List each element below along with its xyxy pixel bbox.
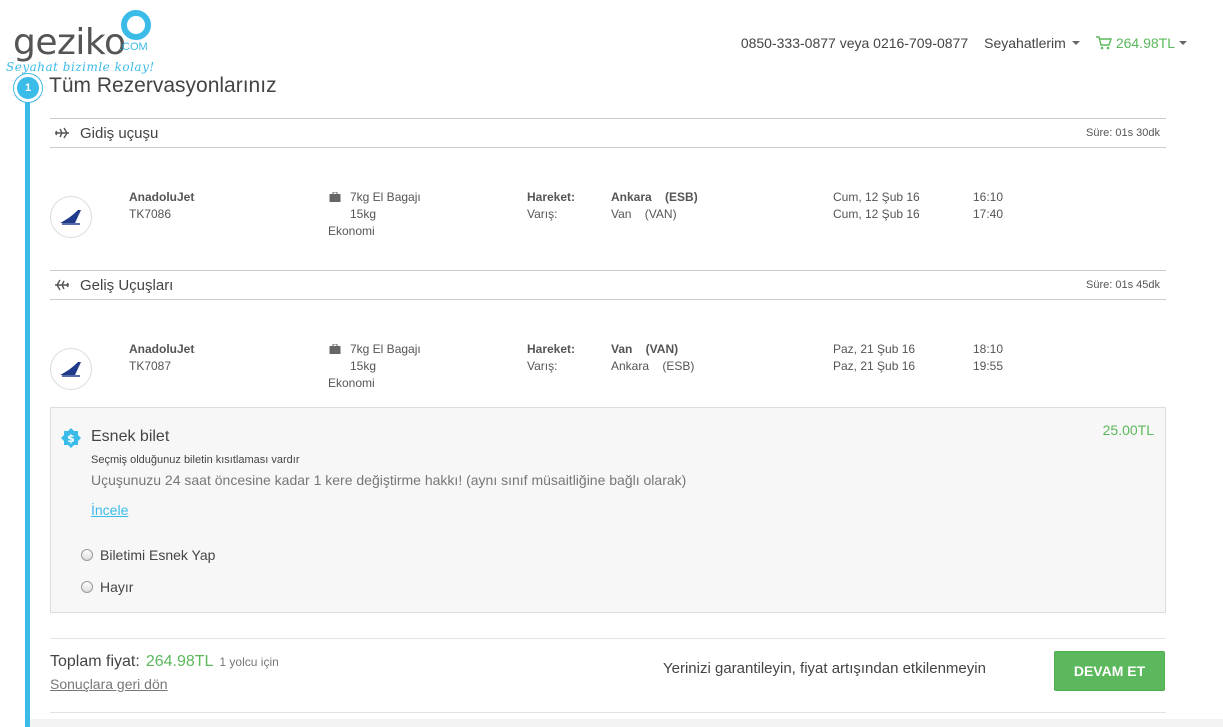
flex-ticket-subtitle: Seçmiş olduğunuz biletin kısıtlaması var…	[91, 454, 300, 466]
arrival-city: Ankara (ESB)	[611, 359, 695, 373]
arrival-city: Van (VAN)	[611, 207, 677, 221]
logo-slogan: Seyahat bizimle kolay!	[6, 60, 155, 74]
departure-label: Hareket:	[527, 342, 576, 356]
flexible-ticket-panel: $ Esnek bilet 25.00TL Seçmiş olduğunuz b…	[50, 407, 1166, 613]
total-price-row: Toplam fiyat: 264.98TL 1 yolcu için	[50, 653, 279, 671]
baggage-checked: 15kg	[350, 207, 377, 221]
departure-time: 16:10	[973, 190, 1004, 204]
logo-text: geziko	[13, 22, 126, 63]
return-title: Geliş Uçuşları	[80, 276, 174, 294]
baggage-cabin: 7kg El Bagajı	[350, 190, 421, 204]
departure-plane-icon	[55, 127, 69, 139]
cart-total: 264.98TL	[1115, 35, 1175, 51]
flex-option-no[interactable]: Hayır	[81, 579, 133, 595]
departure-date: Cum, 12 Şub 16	[833, 190, 920, 204]
flex-ticket-title: Esnek bilet	[91, 428, 170, 445]
baggage-checked: 15kg	[350, 359, 377, 373]
arrival-date: Cum, 12 Şub 16	[833, 207, 920, 221]
flex-ticket-description: Uçuşunuzu 24 saat öncesine kadar 1 kere …	[91, 472, 687, 488]
airline-logo	[50, 196, 92, 238]
flight-number: TK7087	[129, 359, 172, 373]
svg-text:$: $	[67, 432, 75, 445]
anadolujet-logo-icon	[60, 362, 81, 377]
anadolujet-logo-icon	[60, 210, 81, 225]
chevron-down-icon	[1179, 41, 1187, 45]
arrival-plane-icon	[55, 279, 69, 291]
outbound-section-header: Gidiş uçuşu Süre: 01s 30dk	[50, 118, 1166, 148]
return-flight-row: AnadoluJet TK7087 7kg El Bagajı 15kg Eko…	[50, 342, 1166, 402]
total-label: Toplam fiyat:	[50, 653, 140, 670]
arrival-label: Varış:	[527, 359, 558, 373]
step-number-badge: 1	[14, 74, 42, 102]
radio-button[interactable]	[81, 581, 93, 593]
passenger-count: 1 yolcu için	[219, 655, 279, 669]
page-title: Tüm Rezervasyonlarınız	[49, 74, 277, 97]
my-trips-label: Seyahatlerim	[984, 35, 1066, 51]
contact-phone: 0850-333-0877 veya 0216-709-0877	[740, 35, 969, 51]
airline-logo	[50, 348, 92, 390]
return-section-header: Geliş Uçuşları Süre: 01s 45dk	[50, 270, 1166, 300]
divider	[50, 712, 1166, 713]
baggage-icon	[329, 192, 341, 202]
flex-option-no-label: Hayır	[100, 579, 134, 595]
outbound-flight-row: AnadoluJet TK7086 7kg El Bagajı 15kg Eko…	[50, 190, 1166, 250]
departure-city: Ankara (ESB)	[611, 190, 698, 204]
logo-ring-icon	[121, 10, 151, 40]
step-progress-line	[25, 88, 30, 727]
departure-label: Hareket:	[527, 190, 576, 204]
money-badge-icon: $	[61, 428, 81, 448]
flex-ticket-price: 25.00TL	[1102, 422, 1154, 438]
arrival-time: 17:40	[973, 207, 1004, 221]
baggage-icon	[329, 344, 341, 354]
total-price: 264.98TL	[145, 653, 214, 670]
departure-time: 18:10	[973, 342, 1004, 356]
chevron-down-icon	[1071, 41, 1080, 45]
baggage-cabin: 7kg El Bagajı	[350, 342, 421, 356]
cart-icon	[1095, 36, 1112, 50]
flex-ticket-details-link[interactable]: İncele	[91, 502, 128, 518]
departure-date: Paz, 21 Şub 16	[833, 342, 916, 356]
flex-option-yes-label: Biletimi Esnek Yap	[100, 547, 216, 563]
back-to-results-link[interactable]: Sonuçlara geri dön	[50, 676, 168, 692]
top-nav: 0850-333-0877 veya 0216-709-0877 Seyahat…	[741, 35, 1187, 51]
arrival-label: Varış:	[527, 207, 558, 221]
price-guarantee-text: Yerinizi garantileyin, fiyat artışından …	[663, 660, 986, 677]
airline-name: AnadoluJet	[129, 190, 195, 204]
flex-option-yes[interactable]: Biletimi Esnek Yap	[81, 547, 215, 563]
continue-button[interactable]: DEVAM ET	[1054, 651, 1165, 691]
cart-dropdown[interactable]: 264.98TL	[1095, 35, 1187, 51]
arrival-date: Paz, 21 Şub 16	[833, 359, 916, 373]
outbound-duration: Süre: 01s 30dk	[1086, 127, 1160, 139]
airline-name: AnadoluJet	[129, 342, 195, 356]
next-step-strip	[30, 719, 1223, 727]
outbound-title: Gidiş uçuşu	[80, 124, 159, 142]
divider	[50, 638, 1166, 639]
arrival-time: 19:55	[973, 359, 1004, 373]
cabin-class: Ekonomi	[328, 376, 375, 390]
flight-number: TK7086	[129, 207, 172, 221]
site-logo[interactable]: geziko .COM Seyahat bizimle kolay!	[6, 8, 158, 78]
departure-city: Van (VAN)	[611, 342, 679, 356]
cabin-class: Ekonomi	[328, 224, 375, 238]
logo-suffix: .COM	[119, 41, 148, 53]
my-trips-dropdown[interactable]: Seyahatlerim	[984, 35, 1080, 51]
return-duration: Süre: 01s 45dk	[1086, 279, 1160, 291]
radio-button[interactable]	[81, 549, 93, 561]
